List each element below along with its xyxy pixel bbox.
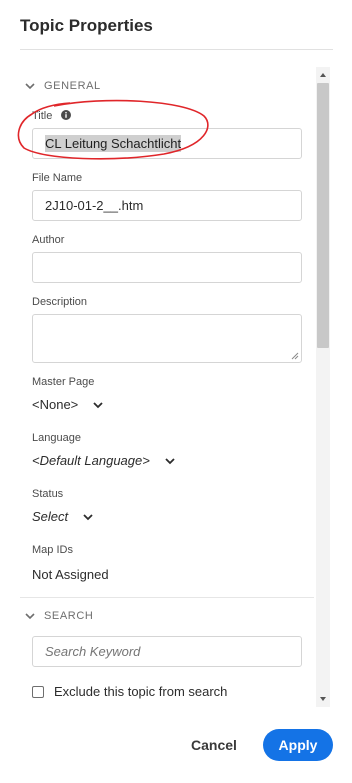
status-dropdown[interactable]: Select (32, 509, 94, 524)
cancel-button[interactable]: Cancel (182, 729, 246, 761)
master-page-value: <None> (32, 397, 79, 412)
title-divider (20, 49, 333, 50)
title-label-row: Title (32, 110, 72, 122)
chevron-down-icon (165, 457, 175, 464)
dialog-title: Topic Properties (20, 16, 153, 35)
scroll-up-arrow-icon[interactable] (319, 71, 327, 79)
exclude-from-search-label: Exclude this topic from search (54, 684, 228, 699)
chevron-down-icon (25, 613, 35, 620)
description-label: Description (32, 296, 88, 308)
general-section-label: GENERAL (44, 80, 101, 92)
search-keyword-input[interactable] (32, 636, 302, 667)
chevron-down-icon (25, 83, 35, 90)
language-label: Language (32, 432, 81, 444)
author-input[interactable] (32, 252, 302, 283)
exclude-from-search-checkbox[interactable] (32, 685, 44, 698)
map-ids-label: Map IDs (32, 544, 73, 556)
description-textarea[interactable] (32, 314, 302, 363)
language-value: <Default Language> (32, 453, 150, 468)
general-section-header[interactable]: GENERAL (24, 80, 101, 92)
resize-grip-icon[interactable] (291, 352, 299, 360)
info-icon[interactable] (61, 110, 72, 120)
file-name-input[interactable]: 2J10-01-2__.htm (32, 190, 302, 221)
title-input[interactable]: CL Leitung Schachtlicht (32, 128, 302, 159)
section-divider (20, 597, 314, 598)
search-section-label: SEARCH (44, 610, 94, 622)
map-ids-value: Not Assigned (32, 567, 109, 582)
scroll-down-arrow-icon[interactable] (319, 695, 327, 703)
file-name-label: File Name (32, 172, 83, 184)
title-value: CL Leitung Schachtlicht (45, 135, 182, 152)
apply-button[interactable]: Apply (263, 729, 333, 761)
file-name-value: 2J10-01-2__.htm (45, 198, 144, 213)
scrollbar[interactable] (316, 67, 330, 707)
author-label: Author (32, 234, 65, 246)
search-section-header[interactable]: SEARCH (24, 610, 93, 622)
chevron-down-icon (93, 401, 103, 408)
topic-properties-dialog: Topic Properties GENERAL Title CL Leitun… (0, 0, 352, 783)
status-value: Select (32, 509, 69, 524)
language-dropdown[interactable]: <Default Language> (32, 453, 176, 468)
scrollbar-thumb[interactable] (317, 83, 329, 348)
chevron-down-icon (83, 513, 93, 520)
status-label: Status (32, 488, 64, 500)
master-page-label: Master Page (32, 376, 95, 388)
master-page-dropdown[interactable]: <None> (32, 397, 104, 412)
exclude-from-search-row[interactable]: Exclude this topic from search (32, 684, 227, 699)
title-label: Title (32, 110, 53, 122)
